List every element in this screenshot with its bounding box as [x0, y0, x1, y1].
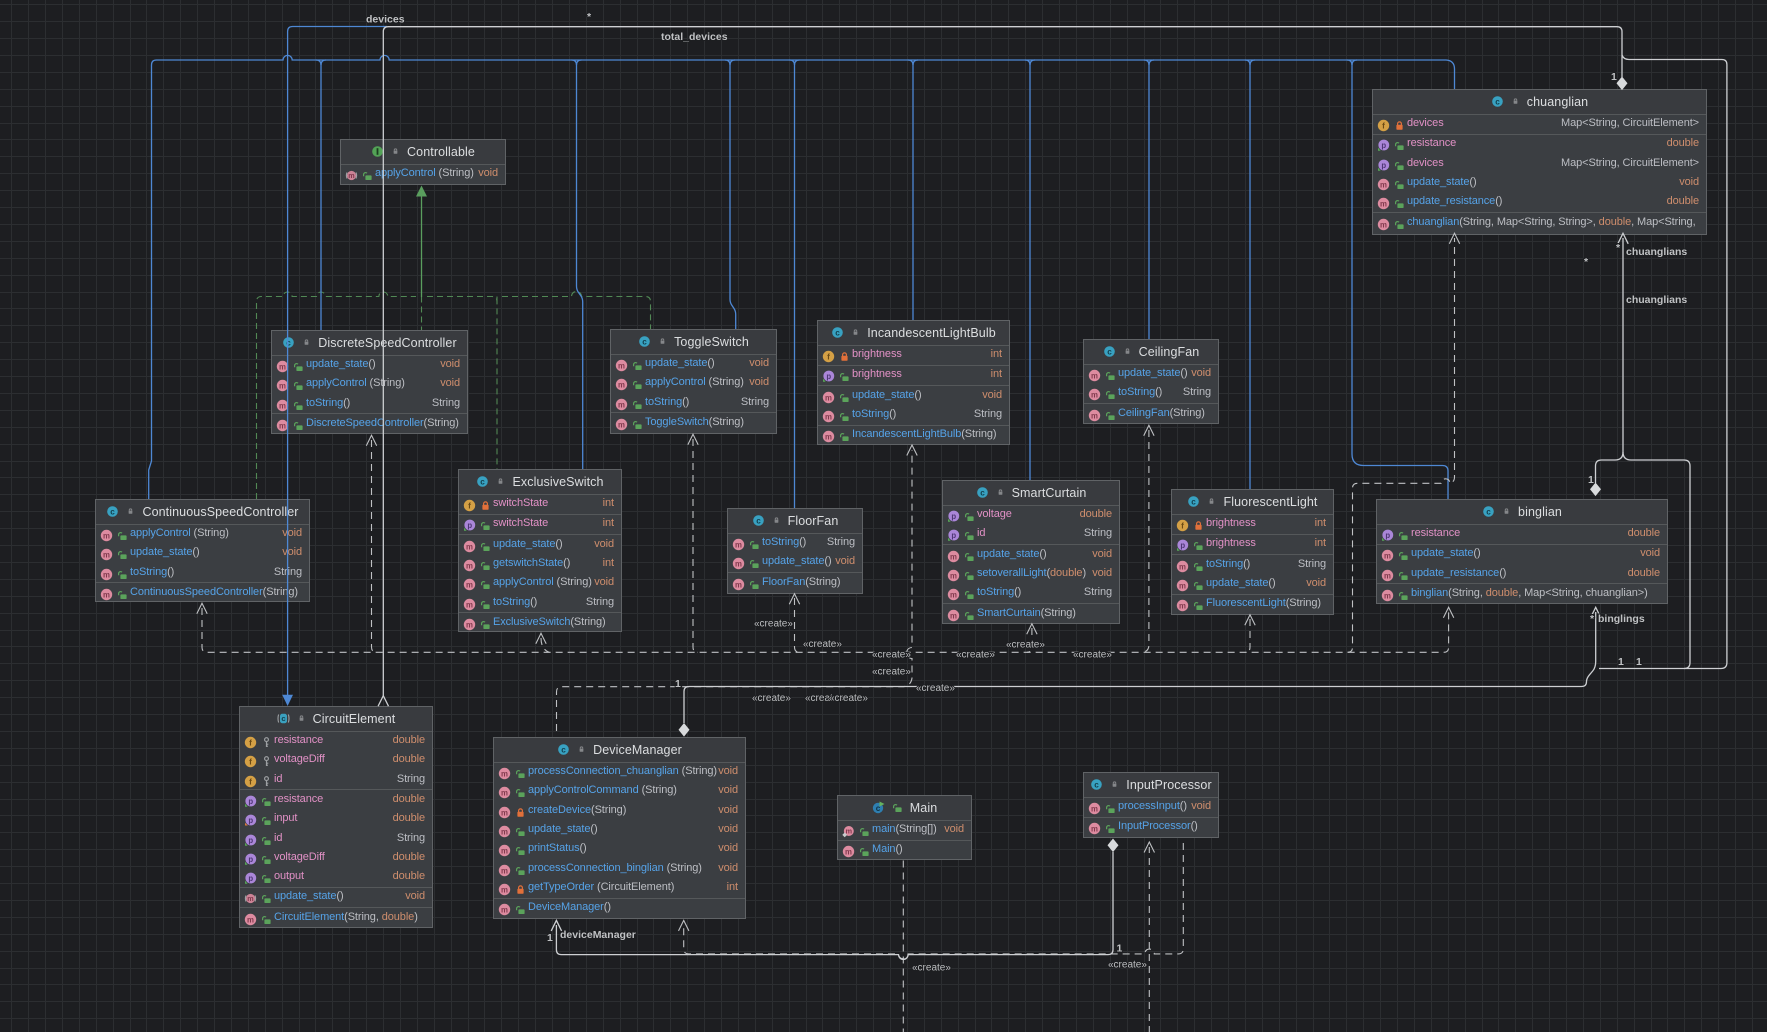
svg-text:m: m [825, 412, 832, 421]
svg-text:m: m [1179, 581, 1186, 590]
svg-text:m: m [279, 401, 286, 410]
svg-text:m: m [1091, 825, 1098, 834]
svg-text:m: m [1091, 411, 1098, 420]
svg-text:m: m [103, 531, 110, 540]
svg-text:m: m [1091, 371, 1098, 380]
svg-text:p: p [1381, 161, 1386, 170]
svg-text:p: p [951, 531, 956, 540]
svg-text:m: m [501, 789, 508, 798]
svg-text:p: p [1385, 531, 1390, 540]
svg-text:m: m [103, 570, 110, 579]
svg-text:m: m [247, 915, 254, 924]
svg-text:m: m [1384, 591, 1391, 600]
svg-text:c: c [1495, 98, 1500, 107]
svg-text:c: c [111, 508, 116, 517]
svg-text:m: m [618, 381, 625, 390]
svg-text:m: m [1179, 602, 1186, 611]
svg-text:p: p [826, 372, 831, 381]
svg-text:m: m [846, 827, 853, 836]
svg-text:c: c [1094, 781, 1099, 790]
svg-text:m: m [950, 611, 957, 620]
svg-text:p: p [1180, 541, 1185, 550]
svg-text:p: p [248, 874, 253, 883]
svg-text:c: c [642, 338, 647, 347]
svg-text:m: m [1380, 180, 1387, 189]
svg-text:m: m [501, 885, 508, 894]
svg-text:m: m [501, 827, 508, 836]
svg-text:c: c [1486, 508, 1491, 517]
svg-text:m: m [279, 362, 286, 371]
svg-text:m: m [247, 894, 253, 903]
svg-text:p: p [951, 512, 956, 521]
svg-text:f: f [827, 353, 830, 362]
svg-text:c: c [1107, 348, 1112, 357]
svg-text:m: m [825, 393, 832, 402]
svg-text:m: m [950, 552, 957, 561]
svg-text:c: c [980, 489, 985, 498]
svg-text:m: m [845, 848, 852, 857]
svg-text:c: c [286, 339, 291, 348]
svg-text:m: m [103, 590, 110, 599]
svg-text:m: m [1380, 220, 1387, 229]
svg-text:m: m [348, 171, 354, 180]
svg-text:c: c [835, 329, 840, 338]
svg-text:m: m [466, 561, 473, 570]
svg-text:m: m [618, 361, 625, 370]
svg-text:m: m [618, 420, 625, 429]
svg-text:m: m [466, 542, 473, 551]
svg-text:m: m [279, 421, 286, 430]
svg-text:f: f [468, 502, 471, 511]
svg-text:m: m [466, 620, 473, 629]
svg-text:m: m [618, 400, 625, 409]
svg-text:m: m [825, 433, 832, 442]
svg-text:m: m [1091, 804, 1098, 813]
svg-text:m: m [735, 560, 742, 569]
svg-text:m: m [103, 551, 110, 560]
svg-text:f: f [249, 777, 252, 786]
svg-text:c: c [281, 714, 285, 723]
svg-text:m: m [1091, 391, 1098, 400]
svg-text:p: p [248, 855, 253, 864]
svg-text:p: p [467, 521, 472, 530]
svg-text:c: c [561, 746, 566, 755]
svg-text:m: m [1384, 552, 1391, 561]
svg-text:m: m [950, 591, 957, 600]
svg-text:m: m [501, 866, 508, 875]
svg-text:m: m [1380, 200, 1387, 209]
svg-text:f: f [249, 739, 252, 748]
svg-text:m: m [735, 580, 742, 589]
svg-text:f: f [1181, 522, 1184, 531]
svg-text:m: m [1179, 562, 1186, 571]
svg-text:m: m [1384, 571, 1391, 580]
svg-text:m: m [279, 382, 286, 391]
svg-text:m: m [466, 581, 473, 590]
svg-text:m: m [501, 905, 508, 914]
svg-text:m: m [466, 600, 473, 609]
svg-text:m: m [735, 540, 742, 549]
svg-text:m: m [501, 769, 508, 778]
svg-text:f: f [249, 758, 252, 767]
svg-text:c: c [756, 517, 761, 526]
svg-text:m: m [950, 571, 957, 580]
svg-text:p: p [248, 797, 253, 806]
svg-text:m: m [501, 808, 508, 817]
svg-text:p: p [1381, 141, 1386, 150]
svg-text:c: c [481, 478, 486, 487]
svg-text:p: p [248, 835, 253, 844]
svg-text:f: f [1382, 122, 1385, 131]
svg-text:c: c [1192, 498, 1197, 507]
svg-text:m: m [501, 847, 508, 856]
svg-text:p: p [248, 816, 253, 825]
